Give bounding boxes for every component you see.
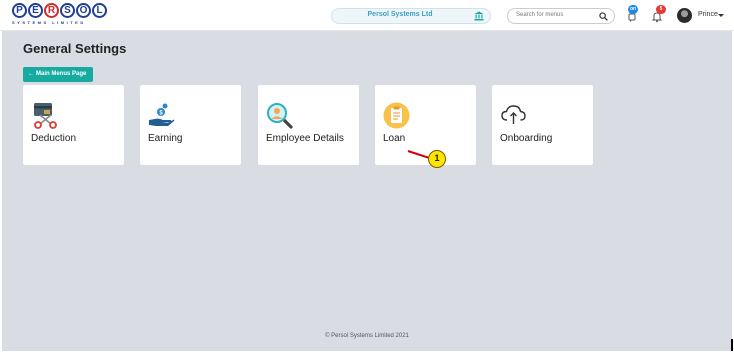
callout-marker: 1 <box>428 150 446 168</box>
menu-search-input[interactable]: Search for menus <box>507 8 615 24</box>
main-menus-page-button[interactable]: ← Main Menus Page <box>23 67 93 82</box>
arrow-left-icon: ← <box>28 71 34 77</box>
card-deduction[interactable]: Deduction <box>23 85 124 165</box>
logo-letter: R <box>44 3 59 18</box>
logo-letter: S <box>60 3 75 18</box>
back-button-label: Main Menus Page <box>36 71 87 77</box>
footer-copyright: © Persol Systems Limited 2021 <box>325 333 409 339</box>
card-label: Employee Details <box>266 133 344 144</box>
search-icon[interactable] <box>599 12 608 21</box>
page-title: General Settings <box>23 41 127 56</box>
avatar[interactable] <box>677 8 692 23</box>
logo-letter: P <box>12 3 27 18</box>
chevron-down-icon[interactable] <box>718 14 724 17</box>
logo-letter: O <box>76 3 91 18</box>
content-area <box>2 31 732 351</box>
search-placeholder: Search for menus <box>516 12 564 18</box>
chat-badge: on <box>628 5 639 14</box>
logo-letter: E <box>28 3 43 18</box>
card-label: Earning <box>148 133 183 144</box>
card-label: Deduction <box>31 133 77 144</box>
window-edge-mark <box>731 339 733 351</box>
card-earning[interactable]: $ Earning <box>140 85 241 165</box>
clipboard-icon <box>383 102 410 129</box>
magnifier-person-icon <box>267 103 293 129</box>
persol-logo[interactable]: P E R S O L SYSTEMS LIMITED <box>12 3 108 27</box>
hand-coins-icon: $ <box>149 103 175 126</box>
bank-icon <box>474 11 484 21</box>
notification-badge: 5 <box>656 5 666 14</box>
logo-tagline: SYSTEMS LIMITED <box>12 20 86 25</box>
card-loan[interactable]: Loan <box>375 85 476 165</box>
logo-letter: L <box>92 3 107 18</box>
card-employee-details[interactable]: Employee Details <box>258 85 359 165</box>
scissors-card-icon <box>34 103 57 129</box>
card-onboarding[interactable]: Onboarding <box>492 85 593 165</box>
card-label: Onboarding <box>500 133 553 144</box>
company-selector[interactable]: Persol Systems Ltd <box>331 8 491 24</box>
company-name: Persol Systems Ltd <box>367 11 433 18</box>
card-label: Loan <box>383 133 406 144</box>
username[interactable]: Prince <box>698 11 718 18</box>
cloud-upload-icon <box>501 105 526 124</box>
